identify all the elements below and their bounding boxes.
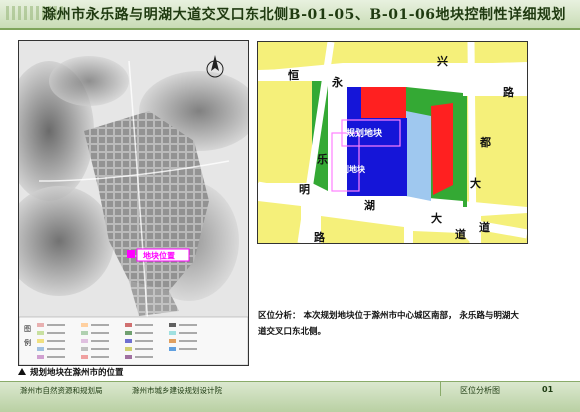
road-label: 湖 [364, 198, 375, 212]
triangle-icon [18, 368, 26, 375]
page-title: 滁州市永乐路与明湖大道交叉口东北侧B-01-05、B-01-06地块控制性详细规… [42, 7, 566, 23]
road-label: 道 [479, 220, 490, 234]
location-map[interactable]: 地块位置 图 例 [18, 40, 249, 366]
footer: 滁州市自然资源和规划局 滁州市城乡建设规划设计院 区位分析图 01 [0, 381, 580, 412]
caption-text: 规划地块在滁州市的位置 [30, 368, 124, 378]
title-bar: 滁州市永乐路与明湖大道交叉口东北侧B-01-05、B-01-06地块控制性详细规… [0, 0, 580, 30]
road-label: 恒 [288, 68, 299, 82]
road-label: 兴 [437, 54, 448, 68]
road-label: 大 [470, 176, 481, 190]
road-label: 大 [431, 211, 442, 225]
parcel-label-2: 规划地块 [333, 164, 366, 174]
parcel-label-1: 规划地块 [346, 127, 383, 139]
road-label: 明 [299, 183, 310, 196]
footer-org-1: 滁州市自然资源和规划局 [20, 386, 103, 395]
footer-page-name: 区位分析图 [460, 386, 500, 395]
site-marker [127, 250, 135, 258]
location-description: 区位分析： 本次规划地块位于滁州市中心城区南部， 永乐路与明湖大道交叉口东北侧。 [258, 311, 519, 337]
road-label: 路 [503, 85, 515, 99]
site-plan-map[interactable]: 规划地块 规划地块 恒兴路永乐路都大道明湖大道 [257, 41, 528, 244]
footer-page-number: 01 [542, 385, 554, 394]
road-label: 道 [455, 227, 466, 241]
site-location-label: 地块位置 [143, 251, 175, 261]
road-label: 永 [331, 75, 344, 89]
footer-org-2: 滁州市城乡建设规划设计院 [132, 386, 222, 395]
road-label: 乐 [317, 152, 328, 166]
road-label: 路 [314, 230, 326, 243]
map-caption: 规划地块在滁州市的位置 [18, 366, 248, 380]
footer-divider [440, 382, 441, 396]
road-label: 都 [479, 135, 491, 149]
legend-heading-2: 例 [24, 338, 31, 347]
legend-heading-1: 图 [24, 325, 31, 333]
